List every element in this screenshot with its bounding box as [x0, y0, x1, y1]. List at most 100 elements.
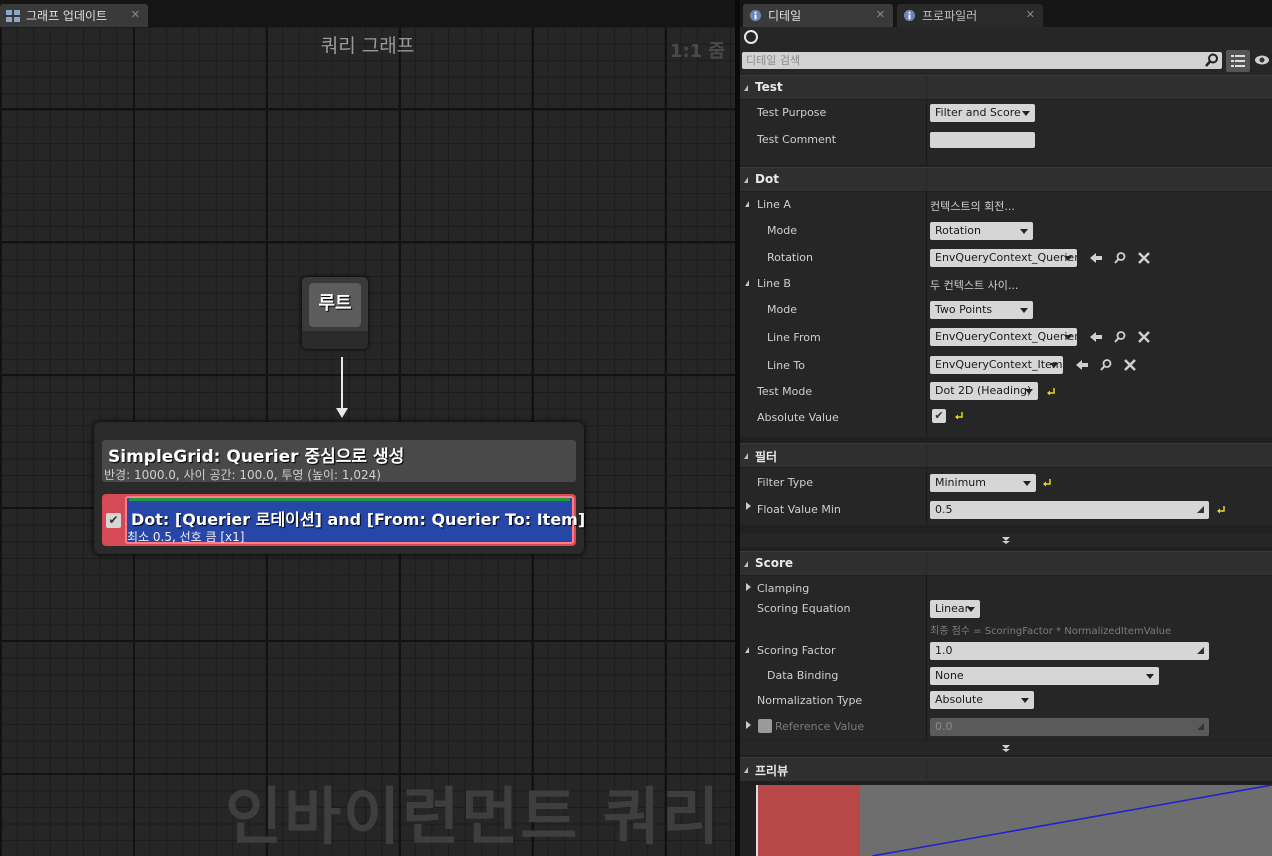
line-a-mode-combo[interactable]: Rotation: [930, 222, 1033, 240]
expand-arrow-icon[interactable]: [745, 647, 749, 653]
test-enabled-checkbox[interactable]: ✔: [106, 513, 121, 528]
column-separator: [926, 271, 927, 297]
clear-icon[interactable]: [1137, 330, 1151, 344]
clear-icon[interactable]: [1123, 358, 1137, 372]
score-curve: [871, 785, 1272, 856]
eye-icon[interactable]: [1254, 53, 1270, 67]
test-node-body[interactable]: Dot: [Querier 로테이션] and [From: Querier T…: [125, 496, 585, 544]
column-separator: [926, 100, 927, 125]
root-node-label: 루트: [318, 293, 352, 314]
clear-icon[interactable]: [1137, 251, 1151, 265]
search-icon[interactable]: [1205, 53, 1219, 67]
tab-label: 디테일: [768, 9, 802, 23]
root-node[interactable]: 루트: [302, 277, 368, 349]
float-value-min-field[interactable]: 0.5: [930, 501, 1209, 519]
collapse-arrow-icon: [744, 177, 748, 183]
advanced-toggle[interactable]: [740, 741, 1272, 755]
reset-to-default-icon[interactable]: [954, 411, 964, 421]
column-separator: [926, 576, 927, 598]
property-name: Scoring Equation: [757, 602, 851, 615]
scoring-equation-combo[interactable]: Linear: [930, 600, 980, 618]
root-node-output-pin[interactable]: [302, 331, 368, 349]
browse-icon[interactable]: [1113, 330, 1127, 344]
browse-icon[interactable]: [1099, 358, 1113, 372]
test-comment-field[interactable]: [930, 132, 1035, 148]
tab-graph-update[interactable]: 그래프 업데이트 ✕: [0, 4, 148, 27]
lock-icon[interactable]: [744, 30, 758, 44]
column-separator: [926, 552, 927, 576]
zoom-level: 1:1 줌: [669, 41, 725, 62]
chevron-down-icon: [1020, 229, 1028, 234]
property-name: Filter Type: [757, 476, 814, 489]
generator-subtitle: 반경: 1000.0, 사이 공간: 100.0, 투영 (높이: 1,024): [104, 468, 381, 482]
expand-arrow-icon[interactable]: [745, 280, 749, 286]
property-name: Test Mode: [757, 385, 813, 398]
close-icon[interactable]: ✕: [131, 8, 140, 21]
tab-profiler[interactable]: 프로파일러 ✕: [897, 4, 1043, 27]
use-selected-arrow-icon[interactable]: [1075, 358, 1089, 372]
category-dot[interactable]: Dot: [740, 167, 1272, 192]
line-to-combo[interactable]: EnvQueryContext_Item: [930, 356, 1063, 374]
rotation-combo[interactable]: EnvQueryContext_Querier: [930, 249, 1077, 267]
test-status-bar: [129, 498, 570, 501]
category-preview[interactable]: 프리뷰: [740, 757, 1272, 782]
reference-value-checkbox[interactable]: [758, 719, 772, 733]
test-purpose-combo[interactable]: Filter and Score: [930, 104, 1035, 122]
row-line-a: Line A 컨텍스트의 회전...: [740, 192, 1272, 218]
row-test-comment: Test Comment: [740, 125, 1272, 165]
row-line-b-mode: Mode Two Points: [740, 297, 1272, 323]
drag-handle-icon[interactable]: [1196, 505, 1205, 514]
use-selected-arrow-icon[interactable]: [1089, 330, 1103, 344]
line-b-summary: 두 컨텍스트 사이...: [930, 279, 1019, 292]
category-test[interactable]: Test: [740, 75, 1272, 100]
chevron-down-icon: [1050, 363, 1058, 368]
test-title: Dot: [Querier 로테이션] and [From: Querier T…: [131, 510, 586, 529]
column-separator: [926, 598, 927, 638]
expand-arrow-icon[interactable]: [746, 583, 751, 591]
filter-type-combo[interactable]: Minimum: [930, 474, 1036, 492]
drag-handle-icon[interactable]: [1196, 646, 1205, 655]
view-options-button[interactable]: [1226, 50, 1250, 72]
tab-details[interactable]: 디테일 ✕: [743, 4, 893, 27]
property-name: Reference Value: [775, 720, 865, 733]
close-icon[interactable]: ✕: [1026, 8, 1035, 21]
collapse-arrow-icon: [744, 453, 748, 459]
column-separator: [926, 638, 927, 663]
normalization-type-combo[interactable]: Absolute: [930, 691, 1034, 709]
scoring-factor-field[interactable]: 1.0: [930, 642, 1209, 660]
reset-to-default-icon[interactable]: [1216, 505, 1226, 515]
row-clamping: Clamping: [740, 576, 1272, 598]
close-icon[interactable]: ✕: [876, 8, 885, 21]
column-separator: [926, 688, 927, 714]
absolute-value-checkbox[interactable]: ✔: [932, 409, 946, 423]
expand-arrow-icon[interactable]: [745, 201, 749, 207]
advanced-toggle[interactable]: [740, 533, 1272, 547]
category-score[interactable]: Score: [740, 551, 1272, 576]
column-separator: [926, 297, 927, 323]
property-name: Rotation: [767, 251, 814, 264]
generator-node[interactable]: SimpleGrid: Querier 중심으로 생성 반경: 1000.0, …: [94, 422, 585, 554]
expand-arrow-icon[interactable]: [746, 502, 751, 510]
chevron-down-icon: [1020, 308, 1028, 313]
graph-canvas[interactable]: 쿼리 그래프 1:1 줌 루트 SimpleGrid: Querier 중심으로…: [0, 27, 735, 856]
row-filter-type: Filter Type Minimum: [740, 468, 1272, 495]
data-binding-combo[interactable]: None: [930, 667, 1159, 685]
line-from-combo[interactable]: EnvQueryContext_Querier: [930, 328, 1077, 346]
property-name: Mode: [767, 303, 797, 316]
combo-value: Dot 2D (Heading): [935, 384, 1032, 397]
column-separator: [926, 168, 927, 192]
property-name: Float Value Min: [757, 503, 841, 516]
combo-value: Minimum: [935, 476, 986, 489]
test-mode-combo[interactable]: Dot 2D (Heading): [930, 382, 1038, 400]
test-node[interactable]: ✔ Dot: [Querier 로테이션] and [From: Querier…: [102, 494, 585, 546]
column-separator: [926, 714, 927, 740]
expand-arrow-icon[interactable]: [746, 721, 751, 729]
search-input[interactable]: [746, 53, 1186, 68]
category-label: 필터: [755, 450, 778, 464]
reset-to-default-icon[interactable]: [1042, 478, 1052, 488]
browse-icon[interactable]: [1113, 251, 1127, 265]
line-b-mode-combo[interactable]: Two Points: [930, 301, 1033, 319]
use-selected-arrow-icon[interactable]: [1089, 251, 1103, 265]
reset-to-default-icon[interactable]: [1046, 387, 1056, 397]
category-filter[interactable]: 필터: [740, 443, 1272, 468]
